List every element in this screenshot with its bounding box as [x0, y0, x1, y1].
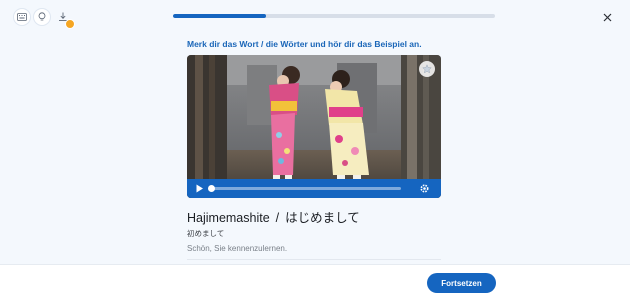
- lightbulb-icon: [38, 12, 46, 21]
- favorite-button[interactable]: [419, 61, 435, 77]
- media-card: [187, 55, 441, 198]
- download-button[interactable]: [54, 8, 75, 29]
- footer-bar: Fortsetzen: [0, 264, 630, 299]
- top-bar: [0, 0, 630, 34]
- divider: [187, 259, 441, 260]
- hint-button[interactable]: [33, 8, 51, 26]
- keyboard-button[interactable]: [13, 8, 31, 26]
- seek-handle[interactable]: [208, 185, 215, 192]
- lesson-progress-bar: [173, 14, 495, 18]
- word-heading: Hajimemashite / はじめまして: [187, 207, 360, 226]
- word-romaji: Hajimemashite: [187, 211, 270, 225]
- gear-icon[interactable]: [419, 183, 430, 194]
- word-kana: はじめまして: [285, 211, 360, 225]
- star-icon: [422, 64, 432, 74]
- keyboard-icon: [17, 13, 27, 21]
- bowing-kimono-photo: [187, 55, 441, 198]
- close-icon: [603, 13, 611, 21]
- continue-button[interactable]: Fortsetzen: [427, 273, 496, 293]
- download-badge: [65, 19, 75, 29]
- close-button[interactable]: [598, 8, 616, 26]
- word-kanji: 初めまして: [187, 229, 225, 238]
- word-separator: /: [275, 211, 280, 225]
- audio-player: [187, 179, 441, 198]
- seek-bar[interactable]: [208, 185, 401, 192]
- play-icon[interactable]: [195, 184, 204, 193]
- instruction-text: Merk dir das Wort / die Wörter und hör d…: [187, 39, 422, 49]
- lesson-progress-fill: [173, 14, 267, 18]
- word-translation: Schön, Sie kennenzulernen.: [187, 244, 288, 253]
